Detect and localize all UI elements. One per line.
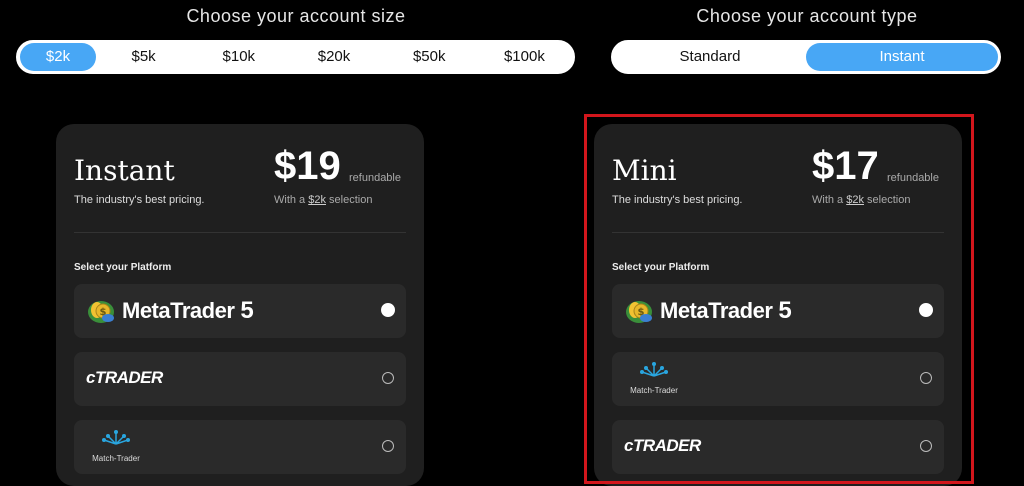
type-option-standard[interactable]: Standard <box>614 43 806 71</box>
metatrader-icon: $ <box>626 301 652 323</box>
plan-card-instant: Instant The industry's best pricing. $19… <box>56 124 424 486</box>
radio-unselected[interactable] <box>920 440 932 452</box>
plan-name: Instant <box>74 154 175 187</box>
plan-price: $17 <box>812 144 879 188</box>
metatrader5-logo: $ MetaTrader 5 <box>624 296 792 326</box>
radio-selected[interactable] <box>381 303 395 317</box>
size-option-10k[interactable]: $10k <box>191 43 286 71</box>
account-size-heading: Choose your account size <box>186 6 406 26</box>
size-option-50k[interactable]: $50k <box>382 43 477 71</box>
platform-option-match-trader[interactable]: Match-Trader <box>74 420 406 474</box>
plan-price: $19 <box>274 144 341 188</box>
match-trader-logo: Match-Trader <box>624 360 684 395</box>
platform-option-match-trader[interactable]: Match-Trader <box>612 352 944 406</box>
divider <box>612 232 944 233</box>
ctrader-logo: cTRADER <box>624 436 701 455</box>
radio-selected[interactable] <box>919 303 933 317</box>
platform-option-metatrader5[interactable]: $ MetaTrader 5 <box>74 284 406 338</box>
divider <box>74 232 406 233</box>
account-type-selector: Standard Instant <box>611 40 1001 74</box>
platform-option-ctrader[interactable]: cTRADER <box>74 352 406 406</box>
match-trader-icon <box>640 362 668 377</box>
platform-option-ctrader[interactable]: cTRADER <box>612 420 944 474</box>
match-trader-logo: Match-Trader <box>86 428 146 463</box>
radio-unselected[interactable] <box>382 372 394 384</box>
size-option-20k[interactable]: $20k <box>286 43 381 71</box>
ctrader-logo: cTRADER <box>86 368 163 387</box>
platform-label: Select your Platform <box>612 262 710 273</box>
size-option-5k[interactable]: $5k <box>96 43 191 71</box>
selection-note: With a $2k selection <box>812 194 911 206</box>
account-type-heading: Choose your account type <box>696 6 918 26</box>
price-note: refundable <box>887 172 939 184</box>
plan-name: Mini <box>612 154 677 187</box>
type-option-instant[interactable]: Instant <box>806 43 998 71</box>
metatrader-icon: $ <box>88 301 114 323</box>
platform-label: Select your Platform <box>74 262 172 273</box>
radio-unselected[interactable] <box>920 372 932 384</box>
plan-subtitle: The industry's best pricing. <box>74 194 205 206</box>
size-option-2k[interactable]: $2k <box>20 43 96 71</box>
size-option-100k[interactable]: $100k <box>477 43 572 71</box>
platform-option-metatrader5[interactable]: $ MetaTrader 5 <box>612 284 944 338</box>
price-note: refundable <box>349 172 401 184</box>
selection-note: With a $2k selection <box>274 194 373 206</box>
account-size-selector: $2k $5k $10k $20k $50k $100k <box>16 40 575 74</box>
radio-unselected[interactable] <box>382 440 394 452</box>
plan-card-mini: Mini The industry's best pricing. $17 re… <box>594 124 962 486</box>
metatrader5-logo: $ MetaTrader 5 <box>86 296 254 326</box>
plan-subtitle: The industry's best pricing. <box>612 194 743 206</box>
match-trader-icon <box>102 430 130 445</box>
